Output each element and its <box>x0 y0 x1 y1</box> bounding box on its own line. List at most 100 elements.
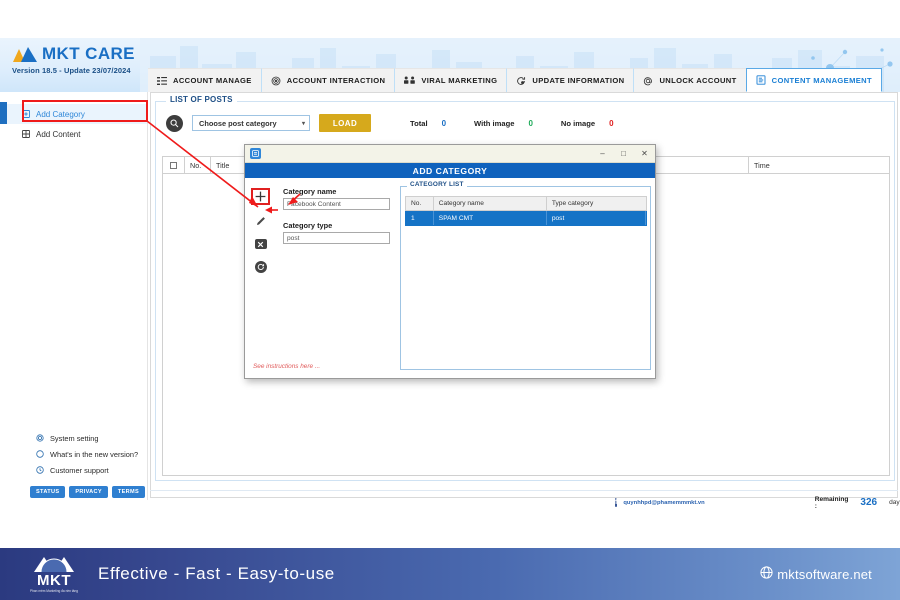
column-time[interactable]: Time <box>749 157 889 173</box>
sidebar-item-add-content[interactable]: Add Content <box>0 124 147 144</box>
document-blue-icon <box>250 148 261 159</box>
add-category-dialog: – □ ✕ ADD CATEGORY Category name Faceboo… <box>244 144 656 379</box>
facebook-icon: f <box>615 498 618 507</box>
pill-privacy[interactable]: PRIVACY <box>69 486 108 498</box>
at-sign-icon <box>643 76 653 86</box>
edit-pencil-icon[interactable] <box>254 214 268 228</box>
people-group-icon <box>404 76 416 85</box>
tab-content-management[interactable]: CONTENT MANAGEMENT <box>745 68 882 92</box>
sidebar-bottom-label: Customer support <box>50 465 109 475</box>
stat-value: 0 <box>528 118 533 128</box>
banner-logo-sub: Phan mềm Marketing đa nền tảng <box>29 589 79 593</box>
app-root: MKT CARE Version 18.5 - Update 23/07/202… <box>0 0 900 600</box>
brand-block: MKT CARE Version 18.5 - Update 23/07/202… <box>12 44 162 86</box>
caret-down-icon: ▾ <box>301 120 305 127</box>
sidebar-item-system-setting[interactable]: System setting <box>0 430 148 446</box>
category-list-legend: CATEGORY LIST <box>407 181 467 188</box>
column-no[interactable]: No. <box>185 157 211 173</box>
category-type-input[interactable]: post <box>283 232 390 244</box>
category-type-label: Category type <box>283 221 333 230</box>
cat-column-name: Category name <box>434 197 547 210</box>
dialog-title: ADD CATEGORY <box>245 163 655 178</box>
dialog-window-buttons: – □ ✕ <box>592 145 655 163</box>
document-icon <box>756 75 766 85</box>
brand-version: Version 18.5 - Update 23/07/2024 <box>12 66 131 75</box>
tab-viral-marketing[interactable]: VIRAL MARKETING <box>394 68 507 92</box>
delete-glyph <box>254 239 267 249</box>
mkt-logo-icon <box>34 557 74 573</box>
banner-site-text: mktsoftware.net <box>777 566 872 582</box>
post-stats: Total 0 With image 0 No image 0 <box>410 119 642 128</box>
stat-total: Total 0 <box>410 119 446 128</box>
stat-label: Total <box>410 118 428 128</box>
post-category-value: Choose post category <box>199 118 277 128</box>
sidebar-item-label: Add Content <box>36 129 81 139</box>
banner-tagline: Effective - Fast - Easy-to-use <box>98 564 335 583</box>
dialog-tool-rail <box>251 188 270 274</box>
grid-add-icon <box>22 110 30 118</box>
cat-column-type: Type category <box>551 200 594 207</box>
category-list-table[interactable]: No. Category name Type category 1 SPAM C… <box>405 196 647 226</box>
category-list-row[interactable]: 1 SPAM CMT post <box>405 211 647 226</box>
clock-help-icon <box>36 466 44 474</box>
magnifier-icon[interactable] <box>166 114 183 132</box>
dialog-minimize-button[interactable]: – <box>592 145 613 163</box>
sidebar-bottom-links: System setting What's in the new version… <box>0 430 148 498</box>
cat-column-no: No. <box>406 197 434 210</box>
tab-label: UNLOCK ACCOUNT <box>659 76 737 85</box>
tab-label: ACCOUNT MANAGE <box>173 76 252 85</box>
tab-account-manage[interactable]: ACCOUNT MANAGE <box>148 68 261 92</box>
banner-logo: MKT Phan mềm Marketing đa nền tảng <box>26 555 82 593</box>
sidebar-item-add-category[interactable]: Add Category <box>0 102 147 124</box>
refresh-gear-icon <box>516 76 526 86</box>
account-email: quynhhpd@phamemmmkt.vn <box>623 499 705 506</box>
banner-website[interactable]: mktsoftware.net <box>760 566 872 582</box>
add-icon[interactable] <box>251 188 270 205</box>
stat-value: 0 <box>441 118 447 128</box>
dialog-maximize-button[interactable]: □ <box>613 145 634 163</box>
dialog-close-button[interactable]: ✕ <box>634 145 655 163</box>
post-category-select[interactable]: Choose post category ▾ <box>192 115 310 131</box>
tab-unlock-account[interactable]: UNLOCK ACCOUNT <box>633 68 746 92</box>
list-of-posts-legend: LIST OF POSTS <box>166 95 237 104</box>
load-button[interactable]: LOAD <box>319 114 371 132</box>
pill-status[interactable]: STATUS <box>30 486 66 498</box>
select-all-checkbox-cell[interactable] <box>163 157 185 173</box>
sidebar-item-customer-support[interactable]: Customer support <box>0 462 148 478</box>
main-nav-tabs[interactable]: ACCOUNT MANAGE ACCOUNT INTERACTION VIRAL… <box>148 68 882 92</box>
category-list-header: No. Category name Type category <box>405 196 647 211</box>
info-circle-icon <box>36 450 44 458</box>
bottom-banner: MKT Phan mềm Marketing đa nền tảng Effec… <box>0 548 900 600</box>
dialog-titlebar[interactable]: – □ ✕ <box>245 145 655 163</box>
tab-account-interaction[interactable]: ACCOUNT INTERACTION <box>260 68 395 92</box>
sidebar-bottom-label: What's in the new version? <box>50 449 139 459</box>
sidebar-bottom-label: System setting <box>50 433 99 443</box>
remaining-unit: day <box>889 499 900 506</box>
category-name-label: Category name <box>283 187 337 196</box>
cat-cell-name: SPAM CMT <box>434 211 547 225</box>
tab-label: CONTENT MANAGEMENT <box>771 75 872 85</box>
sidebar-item-label: Add Category <box>36 109 85 119</box>
delete-icon[interactable] <box>254 237 268 251</box>
refresh-icon[interactable] <box>254 260 268 274</box>
sidebar-pill-links: STATUS PRIVACY TERMS <box>0 486 148 498</box>
gear-icon <box>36 434 44 442</box>
sidebar-item-new-version[interactable]: What's in the new version? <box>0 446 148 462</box>
tab-label: VIRAL MARKETING <box>421 76 498 85</box>
posts-toolbar: Choose post category ▾ LOAD Total 0 With… <box>166 114 642 132</box>
select-all-checkbox[interactable] <box>170 161 177 169</box>
globe-icon <box>760 566 773 582</box>
left-sidebar: Add Category Add Content System setting … <box>0 92 148 500</box>
stat-with-image: With image 0 <box>474 119 533 128</box>
instructions-link[interactable]: See instructions here ... <box>253 363 320 370</box>
stat-no-image: No image 0 <box>561 119 614 128</box>
stat-label: No image <box>560 118 596 128</box>
cat-cell-type: post <box>547 211 646 225</box>
grid-plus-icon <box>22 130 30 138</box>
stat-label: With image <box>474 118 515 128</box>
tab-update-information[interactable]: UPDATE INFORMATION <box>506 68 634 92</box>
brand-name: MKT CARE <box>42 44 135 63</box>
category-name-input[interactable]: Facebook Content <box>283 198 390 210</box>
mkt-mountains-logo-icon <box>13 46 37 62</box>
pill-terms[interactable]: TERMS <box>111 486 145 498</box>
